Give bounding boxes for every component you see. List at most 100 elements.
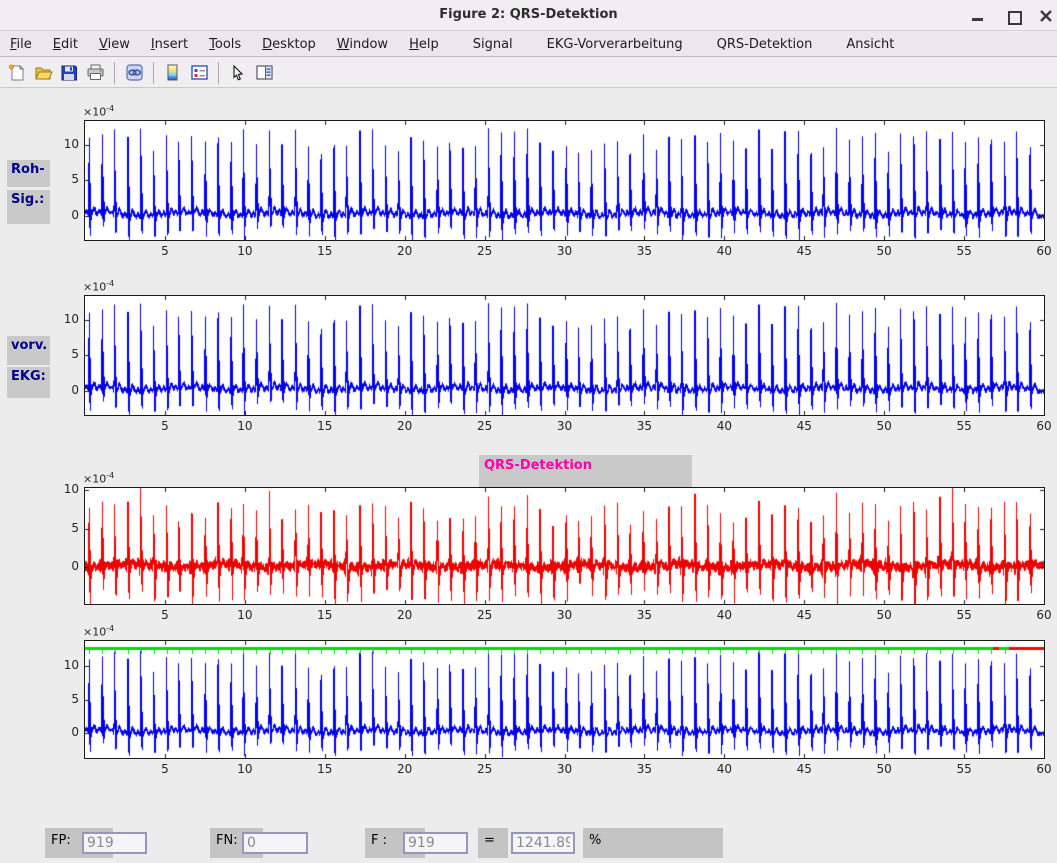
preprocessed-ecg-xtick-50: 50 [869, 419, 899, 433]
preprocessed-ecg-ytick-5: 5 [51, 347, 79, 361]
preprocessed-ecg-xtick-40: 40 [709, 419, 739, 433]
qrs-detection-signal-exponent-label: ×10-4 [83, 471, 114, 486]
preprocessed-ecg-side-label: EKG: [7, 367, 50, 398]
menu-item-edit[interactable]: Edit [51, 34, 80, 55]
raw-ecg-xtick-20: 20 [390, 244, 420, 258]
pointer-icon[interactable] [226, 61, 250, 85]
detected-ecg-exponent-label: ×10-4 [83, 624, 114, 639]
detected-ecg-ytick-10: 10 [51, 658, 79, 672]
qrs-detection-signal-xtick-55: 55 [949, 608, 979, 622]
preprocessed-ecg-plot[interactable] [84, 295, 1045, 416]
menu-item-tools[interactable]: Tools [207, 34, 243, 55]
detected-ecg-xtick-40: 40 [709, 762, 739, 776]
detected-ecg-xtick-15: 15 [310, 762, 340, 776]
detected-ecg-ytick-0: 0 [51, 725, 79, 739]
raw-ecg-xtick-45: 45 [789, 244, 819, 258]
qrs-detection-signal-ytick-5: 5 [51, 521, 79, 535]
link-plot-icon[interactable] [122, 61, 146, 85]
menu-item-view[interactable]: View [97, 34, 132, 55]
qrs-detection-signal-xtick-60: 60 [1029, 608, 1057, 622]
detected-ecg-xtick-5: 5 [150, 762, 180, 776]
preprocessed-ecg-xtick-55: 55 [949, 419, 979, 433]
preprocessed-ecg-ytick-0: 0 [51, 383, 79, 397]
raw-ecg-xtick-40: 40 [709, 244, 739, 258]
close-icon[interactable] [1038, 8, 1054, 24]
qrs-detection-signal-xtick-20: 20 [390, 608, 420, 622]
raw-ecg-side-label: Roh- [7, 160, 50, 187]
detected-ecg-xtick-10: 10 [230, 762, 260, 776]
window-title: Figure 2: QRS-Detektion [0, 7, 1057, 22]
raw-ecg-ytick-0: 0 [51, 208, 79, 222]
preprocessed-ecg-xtick-35: 35 [629, 419, 659, 433]
menu-item-insert[interactable]: Insert [149, 34, 190, 55]
qrs-detection-signal-xtick-15: 15 [310, 608, 340, 622]
detected-ecg-plot[interactable] [84, 640, 1045, 759]
raw-ecg-xtick-5: 5 [150, 244, 180, 258]
qrs-detection-signal-xtick-30: 30 [550, 608, 580, 622]
raw-ecg-exponent-label: ×10-4 [83, 104, 114, 119]
raw-ecg-xtick-55: 55 [949, 244, 979, 258]
qrs-detection-signal-xtick-50: 50 [869, 608, 899, 622]
qrs-detection-signal-xtick-5: 5 [150, 608, 180, 622]
preprocessed-ecg-xtick-45: 45 [789, 419, 819, 433]
preprocessed-ecg-ytick-10: 10 [51, 312, 79, 326]
preprocessed-ecg-xtick-25: 25 [470, 419, 500, 433]
qrs-detection-signal-xtick-10: 10 [230, 608, 260, 622]
detected-ecg-xtick-30: 30 [550, 762, 580, 776]
minimize-icon[interactable] [970, 8, 986, 24]
result-field[interactable] [511, 832, 575, 854]
menu-item-qrs-detektion[interactable]: QRS-Detektion [715, 34, 815, 55]
detected-ecg-xtick-50: 50 [869, 762, 899, 776]
raw-ecg-plot[interactable] [84, 120, 1045, 241]
preprocessed-ecg-xtick-20: 20 [390, 419, 420, 433]
toolbar [0, 58, 1057, 88]
menu-item-signal[interactable]: Signal [471, 34, 515, 55]
menu-item-desktop[interactable]: Desktop [260, 34, 318, 55]
save-icon[interactable] [57, 61, 81, 85]
toolbar-separator [114, 62, 115, 84]
qrs-detection-signal-ytick-10: 10 [51, 482, 79, 496]
insert-legend-icon[interactable] [187, 61, 211, 85]
detected-ecg-xtick-35: 35 [629, 762, 659, 776]
detected-ecg-xtick-25: 25 [470, 762, 500, 776]
preprocessed-ecg-xtick-10: 10 [230, 419, 260, 433]
preprocessed-ecg-xtick-60: 60 [1029, 419, 1057, 433]
detected-ecg-ytick-5: 5 [51, 692, 79, 706]
detected-ecg-xtick-45: 45 [789, 762, 819, 776]
raw-ecg-xtick-35: 35 [629, 244, 659, 258]
raw-ecg-side-label: Sig.: [7, 190, 50, 224]
new-file-icon[interactable] [5, 61, 29, 85]
qrs-detection-signal-xtick-40: 40 [709, 608, 739, 622]
fp-field[interactable] [82, 832, 147, 854]
menu-item-file[interactable]: File [8, 34, 34, 55]
raw-ecg-xtick-25: 25 [470, 244, 500, 258]
insert-colorbar-icon[interactable] [161, 61, 185, 85]
preprocessed-ecg-side-label: vorv. [7, 336, 50, 365]
print-icon[interactable] [83, 61, 107, 85]
menu-item-window[interactable]: Window [335, 34, 390, 55]
qrs-detection-signal-xtick-35: 35 [629, 608, 659, 622]
raw-ecg-xtick-30: 30 [550, 244, 580, 258]
menu-bar: File Edit View Insert Tools Desktop Window Help… [0, 32, 1057, 57]
open-folder-icon[interactable] [31, 61, 55, 85]
raw-ecg-xtick-50: 50 [869, 244, 899, 258]
maximize-icon[interactable] [1005, 8, 1021, 24]
title-bar: Figure 2: QRS-Detektion [0, 0, 1057, 31]
raw-ecg-ytick-5: 5 [51, 172, 79, 186]
menu-item-ansicht[interactable]: Ansicht [844, 34, 896, 55]
fn-field[interactable] [242, 832, 308, 854]
raw-ecg-xtick-10: 10 [230, 244, 260, 258]
qrs-detection-signal-xtick-45: 45 [789, 608, 819, 622]
plot-browser-icon[interactable] [252, 61, 276, 85]
toolbar-separator [218, 62, 219, 84]
raw-ecg-xtick-60: 60 [1029, 244, 1057, 258]
qrs-detection-signal-xtick-25: 25 [470, 608, 500, 622]
menu-item-ekg-vorverarbeitung[interactable]: EKG-Vorverarbeitung [545, 34, 685, 55]
qrs-detection-title: QRS-Detektion [479, 455, 692, 487]
preprocessed-ecg-xtick-5: 5 [150, 419, 180, 433]
toolbar-separator [153, 62, 154, 84]
qrs-detection-signal-plot[interactable] [84, 487, 1045, 605]
menu-item-help[interactable]: Help [407, 34, 441, 55]
qrs-detection-signal-ytick-0: 0 [51, 559, 79, 573]
f-field[interactable] [403, 832, 468, 854]
